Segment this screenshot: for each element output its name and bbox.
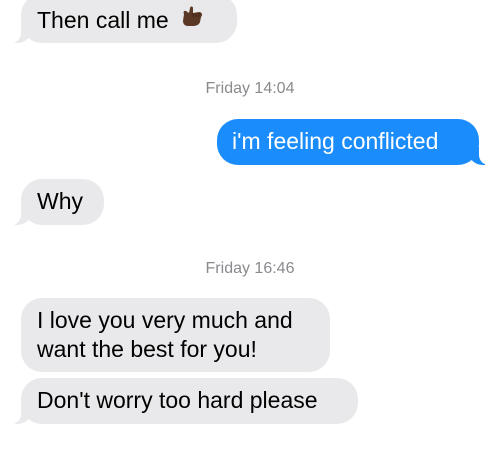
message-bubble-outgoing[interactable]: i'm feeling conflicted	[217, 119, 491, 165]
message-text: Why	[37, 188, 83, 214]
message-bubble-incoming[interactable]: Why	[9, 179, 104, 225]
message-text: Then call me	[37, 7, 169, 33]
timestamp: Friday 14:04	[205, 80, 295, 97]
call-me-hand-icon	[179, 4, 205, 35]
message-text: Don't worry too hard please	[37, 387, 318, 413]
message-text: i'm feeling conflicted	[232, 128, 439, 154]
message-text-line-1: I love you very much and	[37, 307, 293, 333]
message-bubble-incoming[interactable]: Don't worry too hard please	[9, 378, 358, 424]
timestamp: Friday 16:46	[205, 260, 295, 277]
message-text-line-2: want the best for you!	[37, 336, 257, 362]
message-bubble-incoming[interactable]: I love you very much and want the best f…	[21, 298, 330, 372]
message-thread: Then call me Friday 14:04 i'm feeling co…	[0, 0, 500, 454]
message-bubble-incoming[interactable]: Then call me	[9, 0, 237, 43]
